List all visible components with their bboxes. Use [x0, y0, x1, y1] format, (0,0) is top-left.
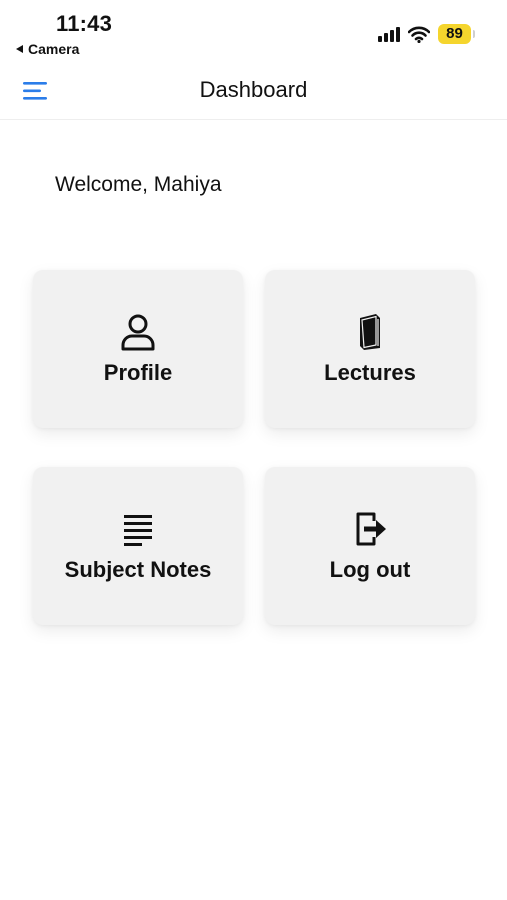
app-header: Dashboard [0, 62, 507, 120]
profile-label: Profile [103, 360, 173, 385]
lectures-tile[interactable]: Lectures [265, 270, 475, 428]
logout-tile[interactable]: Log out [265, 467, 475, 625]
status-indicators: 89 [378, 24, 475, 44]
logout-label: Log out [329, 557, 411, 582]
book-icon [360, 314, 380, 350]
subject-notes-tile[interactable]: Subject Notes [33, 467, 243, 625]
back-arrow-icon [16, 45, 23, 53]
wifi-icon [408, 26, 430, 43]
user-icon [121, 314, 155, 351]
logout-icon [356, 512, 386, 546]
page-title: Dashboard [199, 77, 308, 102]
notes-icon [124, 515, 152, 546]
subject-notes-label: Subject Notes [64, 557, 212, 582]
profile-tile[interactable]: Profile [33, 270, 243, 428]
dashboard-screen: 11:43 Camera 89 Dashboard Welcome, Mahiy… [0, 0, 507, 900]
welcome-message: Welcome, Mahiya [55, 173, 222, 196]
back-app-label: Camera [28, 41, 80, 57]
status-time: 11:43 [56, 11, 113, 36]
cellular-signal-icon [378, 26, 400, 42]
back-to-app-link[interactable]: Camera [16, 41, 79, 57]
battery-indicator: 89 [438, 24, 475, 44]
status-bar: 11:43 Camera 89 [0, 0, 507, 62]
lectures-label: Lectures [324, 360, 416, 385]
